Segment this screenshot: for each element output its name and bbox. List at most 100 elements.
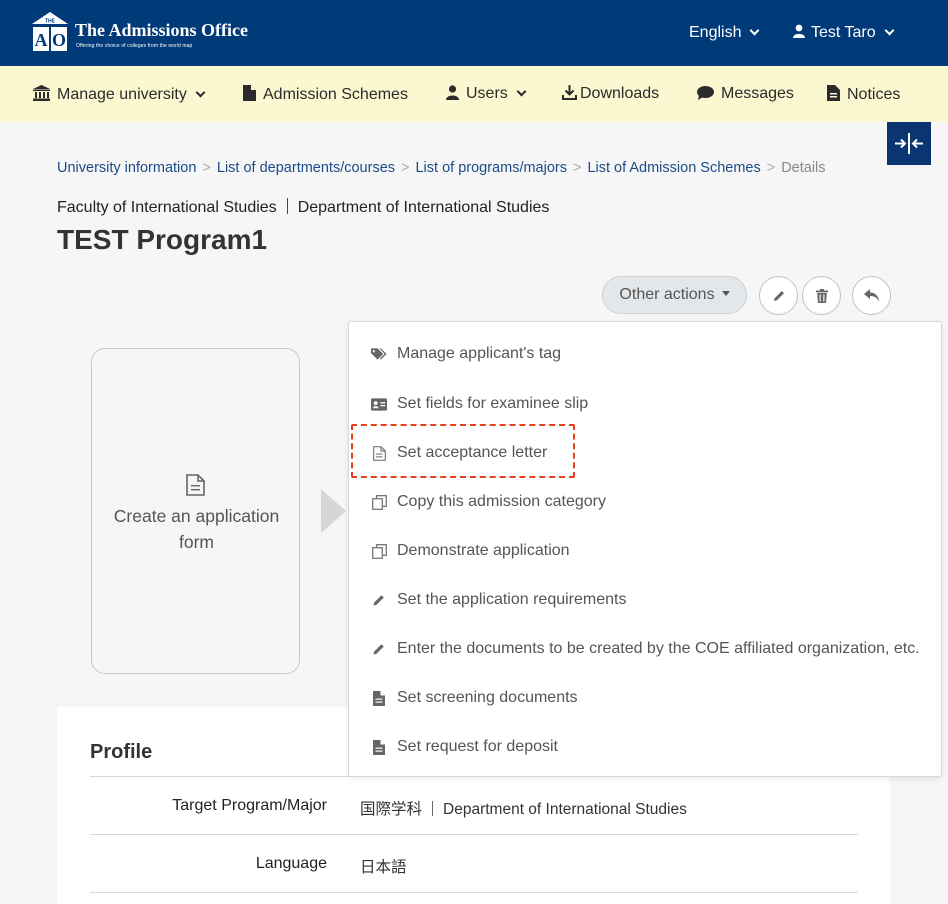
page-title: TEST Program1 bbox=[57, 224, 268, 255]
document-filled-icon bbox=[371, 690, 387, 706]
top-header: THE A O The Admissions Office Offering t… bbox=[0, 0, 948, 66]
menu-item-set-screening-documents[interactable]: Set screening documents bbox=[349, 678, 941, 718]
brand-title[interactable]: The Admissions Office bbox=[75, 20, 248, 41]
nav-label: Users bbox=[466, 85, 508, 102]
other-actions-dropdown: Manage applicant's tag Set fields for ex… bbox=[348, 321, 942, 777]
target-program-value-ja: 国際学科 bbox=[360, 801, 423, 818]
breadcrumb: University information > List of departmen… bbox=[57, 160, 826, 176]
menu-item-set-application-requirements[interactable]: Set the application requirements bbox=[349, 580, 941, 620]
breadcrumb-departments[interactable]: List of departments/courses bbox=[217, 160, 395, 176]
id-card-icon bbox=[371, 396, 387, 412]
divider bbox=[90, 834, 858, 835]
breadcrumb-programs[interactable]: List of programs/majors bbox=[415, 160, 567, 176]
chevron-down-icon bbox=[884, 25, 895, 36]
other-actions-button[interactable]: Other actions bbox=[602, 276, 747, 314]
download-icon bbox=[562, 85, 577, 100]
language-selector[interactable]: English bbox=[689, 24, 760, 42]
brand-subtitle: Offering the choice of colleges from the… bbox=[76, 43, 193, 49]
chevron-down-icon bbox=[750, 25, 760, 36]
highlight-annotation bbox=[351, 424, 575, 478]
menu-item-set-request-for-deposit[interactable]: Set request for deposit bbox=[349, 727, 941, 767]
edit-button[interactable] bbox=[759, 276, 798, 315]
nav-downloads[interactable]: Downloads bbox=[562, 85, 659, 103]
nav-manage-university[interactable]: Manage university bbox=[33, 85, 206, 104]
trash-icon bbox=[815, 288, 828, 303]
copy-icon bbox=[371, 543, 387, 559]
copy-icon bbox=[371, 494, 387, 510]
menu-item-label: Enter the documents to be created by the… bbox=[397, 640, 920, 657]
menu-item-label: Demonstrate application bbox=[397, 542, 570, 559]
step-arrow-icon bbox=[321, 489, 346, 533]
menu-item-label: Copy this admission category bbox=[397, 493, 606, 510]
delete-button[interactable] bbox=[802, 276, 841, 315]
svg-text:THE: THE bbox=[45, 19, 56, 25]
breadcrumb-current: Details bbox=[781, 160, 826, 176]
user-menu[interactable]: Test Taro bbox=[793, 24, 895, 42]
nav-notices[interactable]: Notices bbox=[827, 85, 900, 104]
chevron-down-icon bbox=[516, 86, 527, 97]
main-nav: Manage university Admission Schemes User… bbox=[0, 66, 948, 122]
pencil-icon bbox=[371, 592, 387, 608]
breadcrumb-university-information[interactable]: University information bbox=[57, 160, 196, 176]
breadcrumb-separator: > bbox=[572, 160, 582, 176]
divider bbox=[90, 892, 858, 893]
language-label: Language bbox=[255, 855, 327, 872]
menu-item-label: Set fields for examinee slip bbox=[397, 395, 589, 412]
menu-item-set-examinee-slip[interactable]: Set fields for examinee slip bbox=[349, 384, 941, 424]
breadcrumb-separator: > bbox=[401, 160, 410, 176]
collapse-icon bbox=[895, 133, 923, 154]
divider bbox=[432, 801, 434, 816]
back-button[interactable] bbox=[852, 276, 891, 315]
menu-item-label: Set screening documents bbox=[397, 689, 578, 706]
create-application-form-card[interactable]: Create an application form bbox=[91, 348, 300, 674]
nav-label: Manage university bbox=[57, 86, 187, 103]
speech-bubble-icon bbox=[697, 86, 714, 100]
profile-title: Profile bbox=[90, 741, 153, 763]
nav-admission-schemes[interactable]: Admission Schemes bbox=[243, 85, 408, 104]
reply-icon bbox=[863, 288, 879, 302]
target-program-value: 国際学科 Department of International Studies bbox=[360, 797, 687, 819]
admissions-office-logo[interactable]: THE A O bbox=[32, 12, 68, 52]
target-program-value-en: Department of International Studies bbox=[443, 801, 687, 818]
nav-label: Downloads bbox=[580, 85, 660, 102]
user-icon bbox=[793, 24, 805, 38]
create-application-form-label: Create an application form bbox=[113, 506, 280, 552]
svg-text:O: O bbox=[52, 30, 66, 50]
menu-item-label: Manage applicant's tag bbox=[397, 345, 562, 362]
menu-item-demonstrate-application[interactable]: Demonstrate application bbox=[349, 531, 941, 571]
other-actions-label: Other actions bbox=[619, 286, 715, 303]
document-icon bbox=[827, 85, 840, 101]
pencil-icon bbox=[773, 290, 784, 301]
nav-label: Notices bbox=[847, 86, 901, 103]
faculty-name: Faculty of International Studies bbox=[57, 199, 277, 216]
breadcrumb-separator: > bbox=[766, 160, 776, 176]
svg-text:A: A bbox=[35, 30, 48, 50]
language-label: English bbox=[689, 24, 742, 41]
faculty-department-line: Faculty of International Studies Departme… bbox=[57, 198, 549, 217]
menu-item-label: Set request for deposit bbox=[397, 738, 558, 755]
document-filled-icon bbox=[371, 739, 387, 755]
nav-messages[interactable]: Messages bbox=[697, 85, 794, 103]
chevron-down-icon bbox=[195, 87, 206, 98]
target-program-label: Target Program/Major bbox=[172, 797, 327, 814]
language-value: 日本語 bbox=[360, 859, 407, 876]
breadcrumb-separator: > bbox=[202, 160, 211, 176]
menu-item-enter-coe-documents[interactable]: Enter the documents to be created by the… bbox=[349, 629, 941, 669]
user-name: Test Taro bbox=[811, 24, 876, 41]
caret-down-icon bbox=[721, 291, 730, 296]
divider bbox=[286, 198, 288, 214]
nav-label: Messages bbox=[721, 85, 794, 102]
menu-item-manage-applicant-tag[interactable]: Manage applicant's tag bbox=[349, 334, 941, 374]
pencil-icon bbox=[371, 641, 387, 657]
tags-icon bbox=[371, 346, 387, 362]
user-icon bbox=[446, 85, 459, 100]
menu-item-copy-admission-category[interactable]: Copy this admission category bbox=[349, 482, 941, 522]
nav-users[interactable]: Users bbox=[446, 85, 527, 103]
menu-item-label: Set the application requirements bbox=[397, 591, 627, 608]
breadcrumb-admission-schemes[interactable]: List of Admission Schemes bbox=[587, 160, 760, 176]
department-name: Department of International Studies bbox=[297, 199, 550, 216]
document-icon bbox=[243, 85, 256, 101]
collapse-sidebar-button[interactable] bbox=[887, 122, 931, 165]
document-outline-icon bbox=[186, 474, 205, 496]
nav-label: Admission Schemes bbox=[263, 86, 408, 103]
